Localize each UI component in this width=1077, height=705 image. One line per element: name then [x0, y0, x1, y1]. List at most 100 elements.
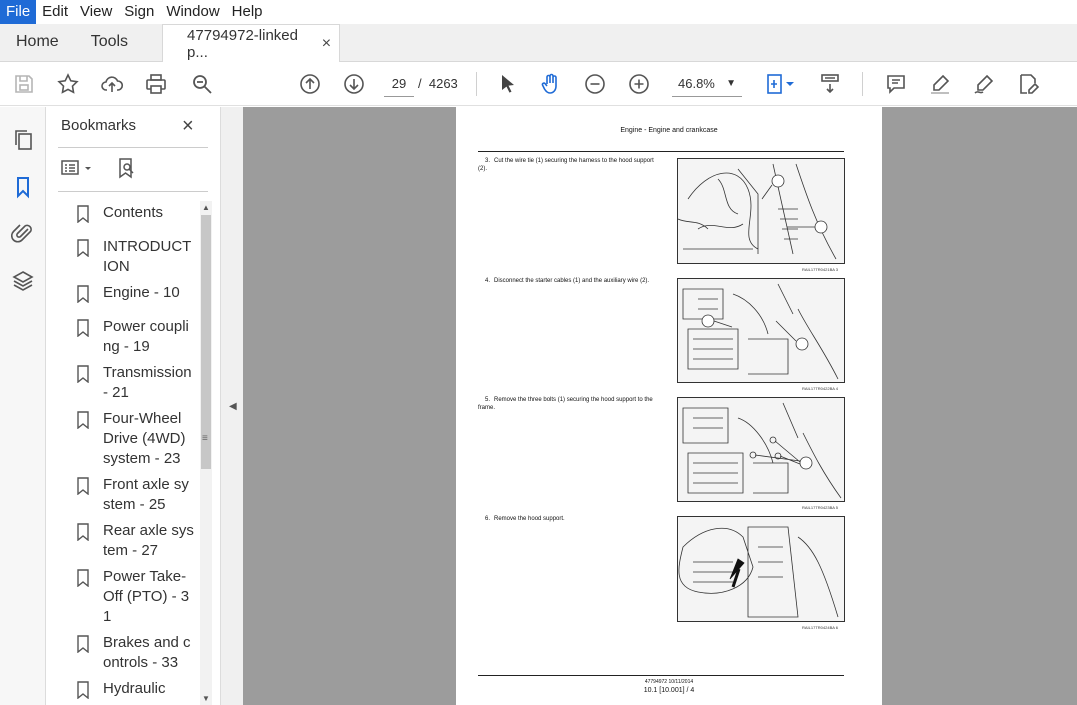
- menu-view[interactable]: View: [74, 0, 118, 24]
- tab-bar: Home Tools 47794972-linked p... ×: [0, 24, 1077, 62]
- tab-document-label: 47794972-linked p...: [187, 26, 298, 61]
- menu-window[interactable]: Window: [160, 0, 225, 24]
- bookmark-item[interactable]: Brakes and controls - 33: [76, 633, 206, 673]
- navigation-rail: [0, 107, 46, 705]
- bookmark-item[interactable]: Engine - 10: [76, 283, 206, 303]
- scrollbar-thumb[interactable]: [201, 215, 211, 469]
- bookmark-options-icon[interactable]: [60, 158, 94, 183]
- instruction-step: 3. Cut the wire tie (1) securing the harn…: [478, 157, 660, 173]
- page-thumbnails-icon[interactable]: [11, 128, 35, 152]
- page-header: Engine - Engine and crankcase: [620, 127, 718, 134]
- page-footer-date: 47794972 10/11/2014: [644, 679, 694, 685]
- layers-icon[interactable]: [11, 269, 35, 293]
- pdf-page: Engine - Engine and crankcase 3. Cut the …: [456, 107, 882, 705]
- zoom-in-icon[interactable]: [625, 70, 653, 98]
- bookmark-item[interactable]: Contents: [76, 203, 206, 223]
- tab-tools[interactable]: Tools: [75, 24, 144, 61]
- scroll-down-icon[interactable]: ▼: [202, 694, 210, 703]
- hand-tool-icon[interactable]: [537, 70, 565, 98]
- header-rule: [478, 151, 844, 152]
- fit-page-dropdown-icon[interactable]: [784, 70, 796, 98]
- bookmark-icon: [77, 239, 89, 257]
- cloud-upload-icon[interactable]: [98, 70, 126, 98]
- figure-illustration: [677, 278, 845, 383]
- bookmark-icon: [77, 681, 89, 699]
- bookmark-icon: [77, 523, 89, 541]
- figure-caption: RAIL17TR0424BA 6: [802, 625, 839, 630]
- step-number: 3.: [484, 158, 490, 164]
- zoom-level-value: 46.8%: [678, 76, 715, 91]
- menu-help[interactable]: Help: [226, 0, 269, 24]
- instruction-step: 6. Remove the hood support.: [478, 515, 660, 523]
- bookmark-icon: [77, 477, 89, 495]
- bookmark-icon: [77, 569, 89, 587]
- panel-divider: [58, 191, 208, 192]
- figure-caption: RAIL17TR0421BA 3: [802, 267, 839, 272]
- highlight-pen-icon[interactable]: [926, 70, 954, 98]
- close-icon[interactable]: ×: [182, 115, 194, 138]
- collapse-panel-icon[interactable]: ◀: [229, 401, 237, 412]
- page-number-input[interactable]: 29: [384, 71, 414, 97]
- zoom-out-icon[interactable]: [581, 70, 609, 98]
- splitter-grip-icon: ≡: [202, 433, 208, 444]
- toolbar-divider: [862, 72, 863, 96]
- step-text: Cut the wire tie (1) securing the harnes…: [478, 158, 654, 172]
- bookmark-label: Rear axle system - 27: [103, 522, 194, 559]
- bookmark-tools: [60, 157, 138, 183]
- print-icon[interactable]: [142, 70, 170, 98]
- bookmark-label: Engine - 10: [103, 284, 180, 301]
- attachment-icon[interactable]: [11, 221, 35, 245]
- tab-home[interactable]: Home: [0, 24, 75, 61]
- next-page-icon[interactable]: [340, 70, 368, 98]
- document-view[interactable]: Engine - Engine and crankcase 3. Cut the …: [243, 107, 1077, 705]
- bookmark-search-icon[interactable]: [116, 157, 138, 184]
- find-zoom-icon[interactable]: [188, 70, 216, 98]
- figure-illustration: [677, 158, 845, 264]
- bookmark-label: Hydraulic: [103, 680, 166, 697]
- instruction-step: 5. Remove the three bolts (1) securing th…: [478, 396, 660, 412]
- scroll-up-icon[interactable]: ▲: [202, 203, 210, 212]
- chevron-down-icon: ▼: [726, 78, 736, 89]
- page-total: / 4263: [418, 71, 458, 97]
- bookmark-item[interactable]: Rear axle system - 27: [76, 521, 206, 561]
- bookmark-panel-icon[interactable]: [11, 175, 35, 199]
- zoom-level-select[interactable]: 46.8% ▼: [672, 71, 742, 97]
- close-tab-icon[interactable]: ×: [322, 35, 331, 53]
- menu-edit[interactable]: Edit: [36, 0, 74, 24]
- bookmark-item[interactable]: Transmission - 21: [76, 363, 206, 403]
- step-text: Remove the hood support.: [494, 516, 565, 522]
- bookmark-label: Brakes and controls - 33: [103, 634, 191, 671]
- bookmark-item[interactable]: Hydraulic: [76, 679, 206, 699]
- bookmark-item[interactable]: INTRODUCTION: [76, 237, 206, 277]
- scrolling-mode-icon[interactable]: [816, 70, 844, 98]
- page-count: 4263: [428, 76, 458, 91]
- bookmark-icon: [77, 365, 89, 383]
- bookmark-scrollbar[interactable]: ▲ ≡ ▼: [200, 201, 212, 705]
- sign-icon[interactable]: [970, 70, 998, 98]
- bookmark-label: Transmission - 21: [103, 364, 192, 401]
- bookmark-label: Power Take-Off (PTO) - 31: [103, 568, 190, 625]
- fill-sign-icon[interactable]: [1014, 70, 1042, 98]
- bookmark-item[interactable]: Power coupling - 19: [76, 317, 206, 357]
- figure-caption: RAIL17TR0422BA 4: [802, 386, 839, 391]
- bookmark-icon: [77, 205, 89, 223]
- step-text: Remove the three bolts (1) securing the …: [478, 397, 653, 411]
- panel-divider: [58, 147, 208, 148]
- bookmarks-panel: Bookmarks × Contents INTRODUCTION Engine…: [46, 107, 220, 705]
- figure-caption: RAIL17TR0423BA 5: [802, 505, 839, 510]
- bookmark-item[interactable]: Four-Wheel Drive (4WD) system - 23: [76, 409, 206, 469]
- page-footer-number: 10.1 [10.001] / 4: [643, 687, 695, 694]
- bookmark-item[interactable]: Power Take-Off (PTO) - 31: [76, 567, 206, 627]
- menu-sign[interactable]: Sign: [118, 0, 160, 24]
- panel-splitter[interactable]: ◀: [220, 107, 243, 705]
- bookmark-item[interactable]: Front axle system - 25: [76, 475, 206, 515]
- select-cursor-icon[interactable]: [494, 70, 522, 98]
- step-text: Disconnect the starter cables (1) and th…: [494, 278, 650, 284]
- save-icon[interactable]: [10, 70, 38, 98]
- menu-file[interactable]: File: [0, 0, 37, 24]
- previous-page-icon[interactable]: [296, 70, 324, 98]
- tab-document[interactable]: 47794972-linked p... ×: [162, 24, 341, 62]
- bookmarks-title: Bookmarks: [61, 117, 137, 134]
- comment-icon[interactable]: [882, 70, 910, 98]
- star-icon[interactable]: [54, 70, 82, 98]
